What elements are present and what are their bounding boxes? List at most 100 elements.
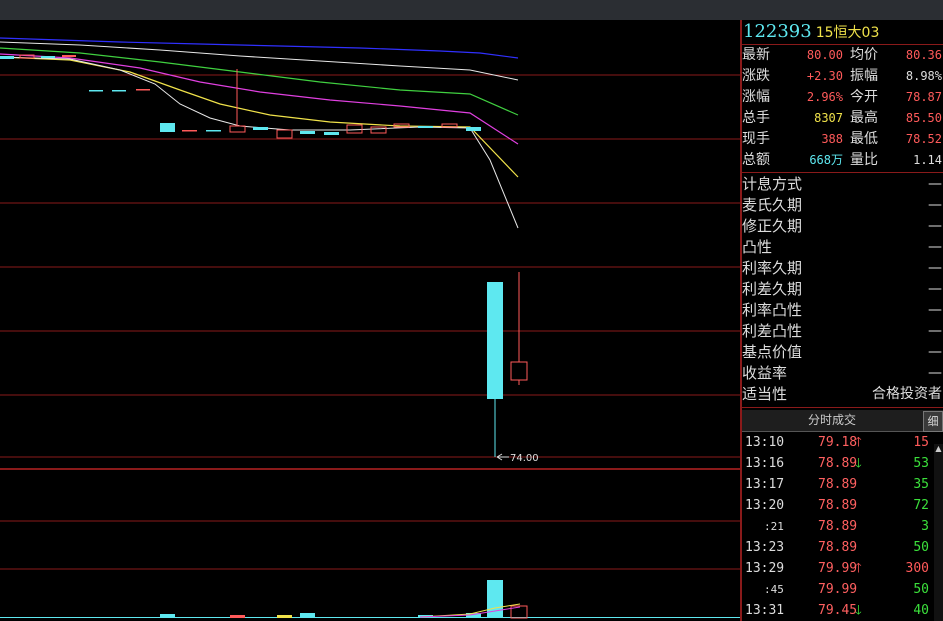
bond-info-label: 修正久期 <box>742 217 803 235</box>
quote-label: 最新 <box>742 47 770 63</box>
trade-time: 13:31 <box>745 603 785 618</box>
volume-bar <box>160 614 175 618</box>
bond-info-row: 利差久期 — <box>742 279 943 300</box>
ma-line-blue <box>0 37 519 59</box>
trade-time: :45 <box>764 583 784 596</box>
volume-baseline <box>0 617 740 618</box>
bond-info-value: 合格投资者 <box>872 386 942 402</box>
candles <box>0 54 528 461</box>
trade-volume: 50 <box>913 582 929 597</box>
quote-label: 现手 <box>742 131 770 147</box>
quote-value: 80.36 <box>905 48 942 62</box>
bond-info-row: 适当性 合格投资者 <box>742 384 943 405</box>
up-arrow-icon: 🡑 <box>855 561 862 576</box>
trade-row: 13:17 78.89 35 <box>742 474 943 495</box>
candle <box>0 56 14 59</box>
bond-info-label: 基点价值 <box>742 343 803 361</box>
trades-scrollbar[interactable]: ▲ <box>934 444 943 621</box>
up-arrow-icon: 🡑 <box>855 435 862 450</box>
trade-price: 78.89 <box>818 456 858 471</box>
trade-time: 13:17 <box>745 477 785 492</box>
trade-row: 13:16 78.89 🡓 53 <box>742 453 943 474</box>
quote-value: 1.14 <box>913 153 942 167</box>
candle <box>160 123 175 132</box>
candle-big-up <box>510 361 528 381</box>
candle <box>253 127 268 130</box>
trades-title: 分时成交 <box>807 413 856 427</box>
quote-row: 总额 668万 量比 1.14 <box>742 150 943 171</box>
bond-info-value: — <box>928 218 942 234</box>
candle <box>441 123 458 128</box>
trade-price: 79.99 <box>818 582 858 597</box>
trade-price: 79.18 <box>818 435 858 450</box>
bond-info-label: 利率久期 <box>742 259 803 277</box>
candle <box>89 90 103 92</box>
bond-info-label: 利差久期 <box>742 280 803 298</box>
quote-value: 78.87 <box>905 90 942 104</box>
detail-button[interactable]: 细 <box>923 411 943 432</box>
trade-volume: 53 <box>913 456 929 471</box>
bond-info-label: 计息方式 <box>742 175 803 193</box>
bond-info-row: 麦氏久期 — <box>742 195 943 216</box>
quote-label: 均价 <box>850 47 878 63</box>
quote-label: 量比 <box>850 152 878 168</box>
bond-info-value: — <box>928 239 942 255</box>
quote-row: 现手 388 最低 78.52 <box>742 129 943 150</box>
bond-info-label: 收益率 <box>742 364 788 382</box>
quote-value: 78.52 <box>905 132 942 146</box>
security-name: 15恒大03 <box>815 25 880 41</box>
trade-price: 78.89 <box>818 540 858 555</box>
candle <box>466 127 481 131</box>
bond-info-value: — <box>928 281 942 297</box>
down-arrow-icon: 🡓 <box>855 456 862 471</box>
bond-info-row: 计息方式 — <box>742 174 943 195</box>
bond-info-label: 利差凸性 <box>742 322 803 340</box>
trade-time: 13:10 <box>745 435 785 450</box>
bond-info-value: — <box>928 197 942 213</box>
trade-volume: 300 <box>905 561 929 576</box>
bond-info-label: 利率凸性 <box>742 301 803 319</box>
bond-info-row: 收益率 — <box>742 363 943 384</box>
trade-row: 13:29 79.99 🡑 300 <box>742 558 943 579</box>
candle <box>418 126 433 128</box>
candle <box>276 129 293 139</box>
bond-info-value: — <box>928 365 942 381</box>
bond-info-value: — <box>928 176 942 192</box>
ma-line-magenta <box>0 53 519 145</box>
trades-list[interactable]: 13:10 79.18 🡑 15 13:16 78.89 🡓 53 13:17 78.89 35 13… <box>742 432 943 621</box>
trade-row: 13:20 78.89 72 <box>742 495 943 516</box>
trade-time: :21 <box>764 520 784 533</box>
quote-row: 总手 8307 最高 85.50 <box>742 108 943 129</box>
quote-label: 振幅 <box>850 68 878 84</box>
trade-volume: 3 <box>921 519 929 534</box>
bond-info-value: — <box>928 323 942 339</box>
candle <box>229 125 246 133</box>
ma-line-white <box>0 56 519 229</box>
scroll-up-icon[interactable]: ▲ <box>934 444 943 453</box>
quote-label: 总手 <box>742 110 770 126</box>
candle <box>370 126 387 134</box>
quote-label: 今开 <box>850 89 878 105</box>
quote-value: 80.00 <box>806 48 843 62</box>
quote-value: 8307 <box>814 111 843 125</box>
security-code: 122393 <box>743 21 812 42</box>
security-header: 122393 15恒大03 <box>742 20 943 45</box>
bond-info-row: 利率久期 — <box>742 258 943 279</box>
quote-value: 85.50 <box>905 111 942 125</box>
volume-bar <box>230 615 245 618</box>
quote-value: 2.96% <box>806 90 843 104</box>
quote-label: 最低 <box>850 131 878 147</box>
trade-volume: 50 <box>913 540 929 555</box>
bond-info-label: 适当性 <box>742 385 788 403</box>
trade-time: 13:29 <box>745 561 785 576</box>
trade-price: 79.99 <box>818 561 858 576</box>
bond-info-row: 利差凸性 — <box>742 321 943 342</box>
bond-info-value: — <box>928 302 942 318</box>
bond-info-row: 凸性 — <box>742 237 943 258</box>
volume-bar <box>300 613 315 618</box>
volume-ma-magenta <box>419 606 521 618</box>
candle <box>346 124 363 134</box>
kline-chart-area[interactable]: 74.00 <box>0 20 740 621</box>
bond-info-value: — <box>928 344 942 360</box>
quote-label: 涨幅 <box>742 89 770 105</box>
